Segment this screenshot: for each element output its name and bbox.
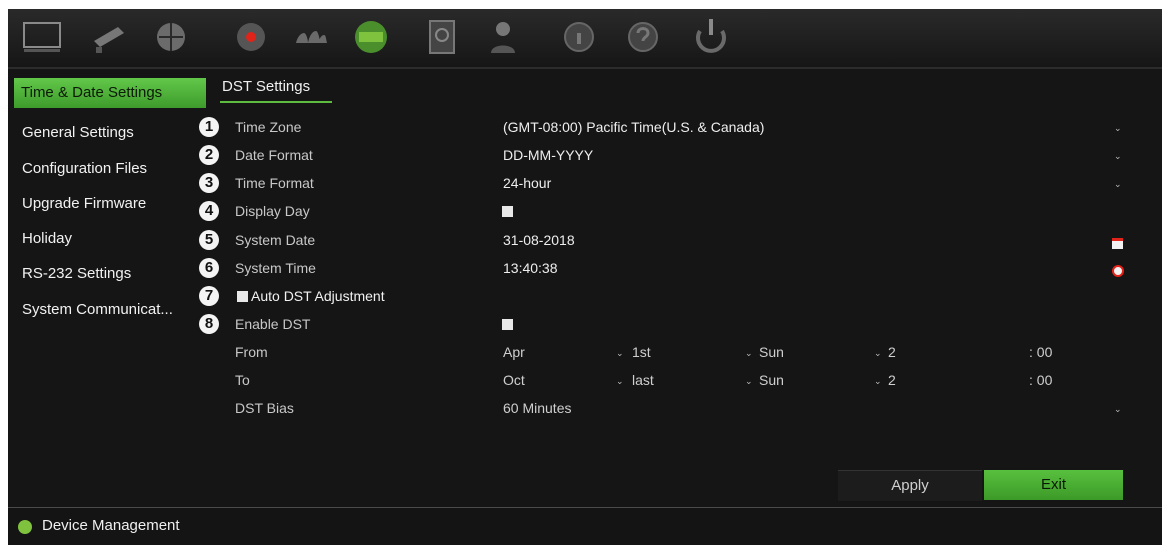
callout-3: 3 — [199, 173, 219, 193]
power-icon[interactable] — [688, 15, 734, 59]
chevron-down-icon[interactable]: ⌄ — [1114, 404, 1122, 415]
callout-4: 4 — [199, 201, 219, 221]
device-icon[interactable] — [348, 15, 394, 59]
chevron-down-icon[interactable]: ⌄ — [1114, 151, 1122, 162]
exit-button[interactable]: Exit — [984, 470, 1123, 500]
dst-bias-select[interactable]: 60 Minutes — [503, 400, 571, 416]
callout-5: 5 — [199, 230, 219, 250]
chevron-down-icon[interactable]: ⌄ — [745, 376, 753, 387]
alarm-icon[interactable] — [288, 15, 334, 59]
system-time-field[interactable]: 13:40:38 — [503, 260, 558, 276]
apply-button[interactable]: Apply — [838, 470, 982, 501]
record-icon[interactable] — [228, 15, 274, 59]
system-time-label: System Time — [235, 260, 316, 276]
tab-underline — [220, 101, 332, 103]
monitor-icon[interactable] — [20, 15, 66, 59]
from-month-select[interactable]: Apr — [503, 344, 525, 360]
info-icon[interactable] — [556, 15, 602, 59]
sidebar-item-general-settings[interactable]: General Settings — [22, 124, 134, 141]
sidebar-item-time-date-settings[interactable]: Time & Date Settings — [14, 78, 206, 108]
chevron-down-icon[interactable]: ⌄ — [616, 376, 624, 387]
camera-icon[interactable] — [88, 15, 134, 59]
time-format-label: Time Format — [235, 175, 314, 191]
callout-7: 7 — [199, 286, 219, 306]
to-minute-field[interactable]: : 00 — [1029, 372, 1052, 388]
network-icon[interactable] — [148, 15, 194, 59]
sidebar-item-configuration-files[interactable]: Configuration Files — [22, 160, 147, 177]
storage-icon[interactable] — [420, 15, 466, 59]
chevron-down-icon[interactable]: ⌄ — [745, 348, 753, 359]
from-minute-field[interactable]: : 00 — [1029, 344, 1052, 360]
callout-6: 6 — [199, 258, 219, 278]
time-format-select[interactable]: 24-hour — [503, 175, 551, 191]
enable-dst-checkbox[interactable] — [502, 319, 513, 330]
sidebar-item-system-communication[interactable]: System Communicat... — [22, 301, 173, 318]
chevron-down-icon[interactable]: ⌄ — [616, 348, 624, 359]
chevron-down-icon[interactable]: ⌄ — [1114, 179, 1122, 190]
sidebar-item-holiday[interactable]: Holiday — [22, 230, 72, 247]
to-month-select[interactable]: Oct — [503, 372, 525, 388]
user-icon[interactable] — [480, 15, 526, 59]
from-label: From — [235, 344, 268, 360]
system-date-label: System Date — [235, 232, 316, 248]
status-text: Device Management — [42, 517, 180, 534]
toolbar-separator — [8, 67, 1162, 69]
help-icon[interactable] — [620, 15, 666, 59]
calendar-icon[interactable] — [1112, 238, 1123, 249]
chevron-down-icon[interactable]: ⌄ — [874, 376, 882, 387]
from-week-select[interactable]: 1st — [632, 344, 651, 360]
to-week-select[interactable]: last — [632, 372, 654, 388]
callout-8: 8 — [199, 314, 219, 334]
from-day-select[interactable]: Sun — [759, 344, 784, 360]
sidebar-item-rs-232-settings[interactable]: RS-232 Settings — [22, 265, 131, 282]
callout-1: 1 — [199, 117, 219, 137]
to-label: To — [235, 372, 250, 388]
tab-dst-settings[interactable]: DST Settings — [222, 78, 310, 95]
dst-bias-label: DST Bias — [235, 400, 294, 416]
callout-2: 2 — [199, 145, 219, 165]
status-bar: Device Management — [8, 507, 1162, 545]
time-zone-label: Time Zone — [235, 119, 302, 135]
from-hour-select[interactable]: 2 — [888, 344, 896, 360]
auto-dst-label: Auto DST Adjustment — [251, 288, 385, 304]
to-day-select[interactable]: Sun — [759, 372, 784, 388]
chevron-down-icon[interactable]: ⌄ — [1114, 123, 1122, 134]
to-hour-select[interactable]: 2 — [888, 372, 896, 388]
app-window: Time & Date Settings General Settings Co… — [8, 9, 1162, 545]
system-date-field[interactable]: 31-08-2018 — [503, 232, 575, 248]
sidebar: Time & Date Settings General Settings Co… — [8, 71, 208, 506]
date-format-select[interactable]: DD-MM-YYYY — [503, 147, 593, 163]
auto-dst-checkbox[interactable] — [237, 291, 248, 302]
top-toolbar — [8, 9, 1162, 67]
date-format-label: Date Format — [235, 147, 313, 163]
display-day-checkbox[interactable] — [502, 206, 513, 217]
enable-dst-label: Enable DST — [235, 316, 311, 332]
time-zone-select[interactable]: (GMT-08:00) Pacific Time(U.S. & Canada) — [503, 119, 764, 135]
sidebar-item-upgrade-firmware[interactable]: Upgrade Firmware — [22, 195, 146, 212]
display-day-label: Display Day — [235, 203, 310, 219]
device-management-icon — [18, 520, 32, 534]
chevron-down-icon[interactable]: ⌄ — [874, 348, 882, 359]
clock-icon[interactable] — [1112, 265, 1124, 277]
